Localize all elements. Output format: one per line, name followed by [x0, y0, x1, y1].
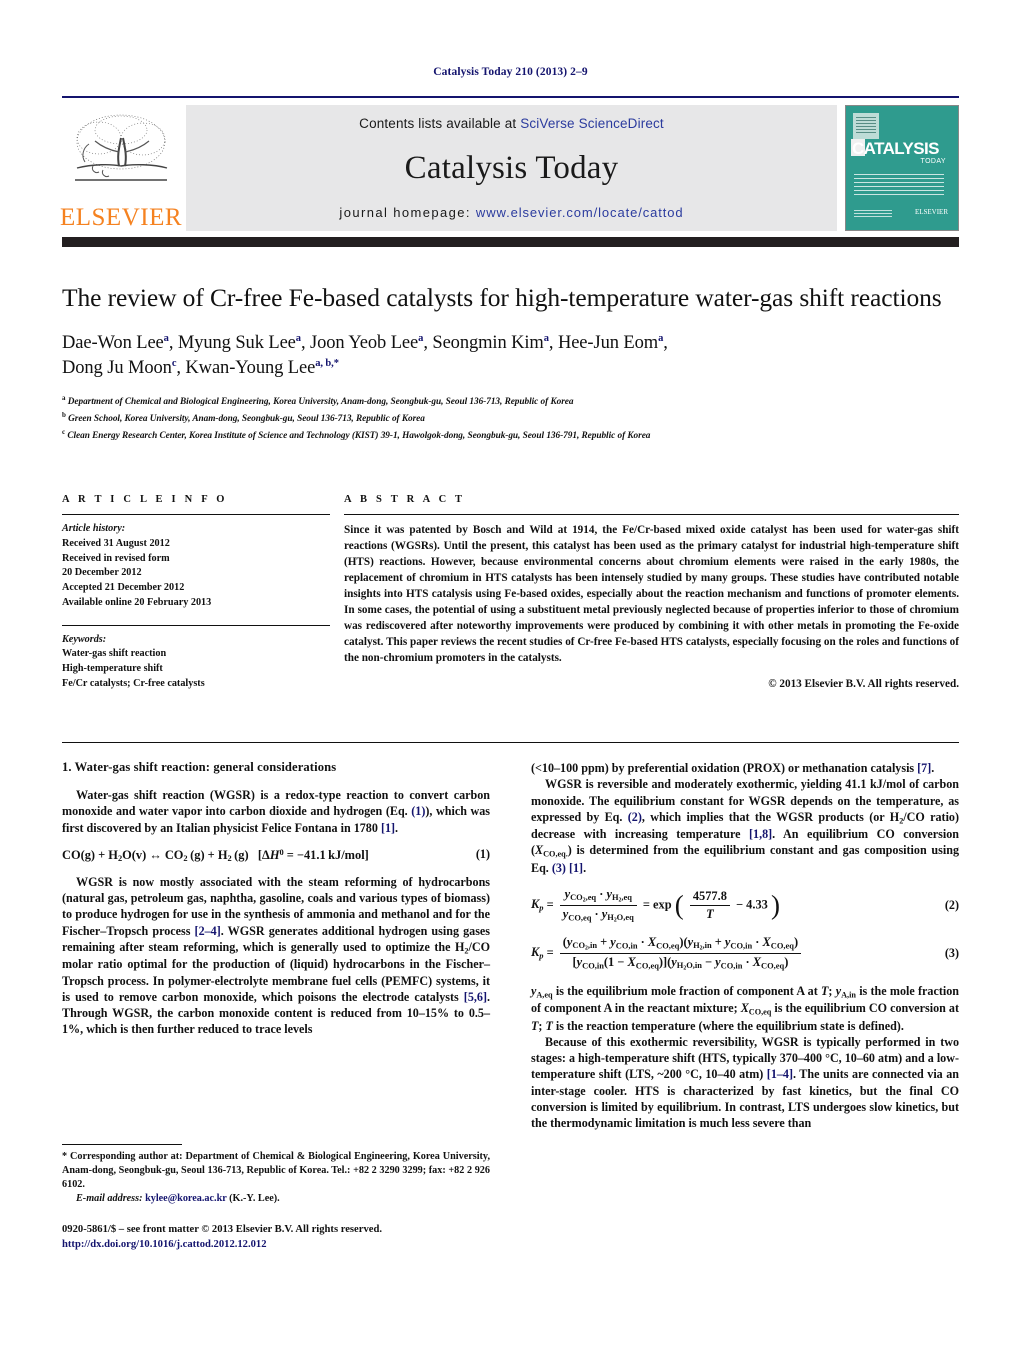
imprint-line: 0920-5861/$ – see front matter © 2013 El… — [62, 1224, 382, 1235]
cover-elsevier-mark: ELSEVIER — [914, 208, 948, 216]
journal-homepage-line: journal homepage: www.elsevier.com/locat… — [339, 205, 683, 220]
elsevier-tree-icon — [75, 114, 168, 181]
title-block: The review of Cr-free Fe-based catalysts… — [62, 282, 942, 444]
history-item: Available online 20 February 2013 — [62, 596, 212, 608]
corresponding-author-footnote: * Corresponding author at: Department of… — [62, 1144, 490, 1206]
imprint-block: 0920-5861/$ – see front matter © 2013 El… — [62, 1222, 502, 1253]
section-heading-1: 1. Water-gas shift reaction: general con… — [62, 760, 337, 774]
body-paragraph: WGSR is now mostly associated with the s… — [62, 874, 490, 1037]
equation-2-body: Kp = yCO2,eq · yH2,eq yCO,eq · yH2O,eq = … — [531, 887, 780, 924]
affiliation-item: c Clean Energy Research Center, Korea In… — [62, 428, 651, 442]
abstract-rule — [344, 514, 959, 515]
cover-text-lines — [854, 174, 944, 196]
history-item: 20 December 2012 — [62, 567, 142, 579]
footnote-corresponding: * Corresponding author at: Department of… — [62, 1151, 490, 1190]
author-list: Dae-Won Leea, Myung Suk Leea, Joon Yeob … — [62, 331, 942, 380]
keywords-label: Keywords: — [62, 633, 107, 645]
cover-subtitle: TODAY — [920, 158, 946, 165]
journal-cover-thumbnail[interactable]: CATALYSIS TODAY ELSEVIER — [845, 105, 959, 231]
footnote-rule — [62, 1144, 182, 1145]
body-paragraph: WGSR is reversible and moderately exothe… — [531, 777, 960, 875]
running-head: Catalysis Today 210 (2013) 2–9 — [433, 66, 588, 78]
doi-link[interactable]: http://dx.doi.org/10.1016/j.cattod.2012.… — [62, 1237, 502, 1252]
cover-text-lines-lower — [854, 210, 892, 218]
article-info-heading: A R T I C L E I N F O — [62, 494, 228, 505]
body-columns: 1. Water-gas shift reaction: general con… — [62, 760, 959, 1131]
cover-title: CATALYSIS — [852, 139, 939, 158]
journal-title: Catalysis Today — [404, 149, 619, 186]
author-line-2: Dong Ju Moonc, Kwan-Young Leea, b,* — [62, 357, 339, 378]
author-line-1: Dae-Won Leea, Myung Suk Leea, Joon Yeob … — [62, 333, 668, 354]
masthead-bottom-bar — [62, 237, 959, 247]
body-column-left: 1. Water-gas shift reaction: general con… — [62, 760, 490, 1131]
affiliation-item: a Department of Chemical and Biological … — [62, 393, 574, 407]
body-paragraph: yA,eq is the equilibrium mole fraction o… — [531, 983, 959, 1033]
history-item: Received 31 August 2012 — [62, 537, 170, 549]
body-paragraph: Because of this exothermic reversibility… — [531, 1034, 959, 1131]
elsevier-wordmark: ELSEVIER — [59, 204, 183, 231]
cover-corner-mark — [853, 113, 879, 139]
abstract-text: Since it was patented by Bosch and Wild … — [344, 524, 959, 665]
equation-3-body: Kp = (yCO2,in + yCO,in · XCO,eq)(yH2,in … — [531, 935, 804, 972]
affiliation-list: a Department of Chemical and Biological … — [62, 393, 942, 445]
sciencedirect-link[interactable]: SciVerse ScienceDirect — [520, 116, 664, 131]
article-history-group: Article history: Received 31 August 2012… — [62, 522, 330, 611]
abstract-heading: A B S T R A C T — [344, 494, 466, 505]
keyword-item: Water-gas shift reaction — [62, 648, 167, 660]
article-history-label: Article history: — [62, 523, 126, 534]
keyword-item: Fe/Cr catalysts; Cr-free catalysts — [62, 678, 205, 690]
equation-2-number: (2) — [944, 898, 959, 912]
page-title: The review of Cr-free Fe-based catalysts… — [62, 283, 942, 312]
keywords-group: Keywords: Water-gas shift reaction High-… — [62, 633, 330, 692]
equation-3-number: (3) — [944, 945, 959, 960]
abstract-copyright: © 2013 Elsevier B.V. All rights reserved… — [768, 678, 959, 691]
info-abstract-band: A R T I C L E I N F O Article history: R… — [62, 494, 959, 692]
keywords-rule — [62, 624, 330, 626]
email-suffix: (K.-Y. Lee). — [229, 1192, 280, 1204]
email-label: E-mail address: — [76, 1192, 143, 1204]
article-info-rule — [62, 514, 330, 515]
equation-1-body: CO(g) + H2O(v) ↔ CO2 (g) + H2 (g) [ΔH0 =… — [62, 846, 369, 863]
article-info-column: A R T I C L E I N F O Article history: R… — [62, 494, 330, 692]
contents-lists-line: Contents lists available at SciVerse Sci… — [359, 116, 664, 131]
history-item: Received in revised form — [62, 552, 170, 564]
equation-1: CO(g) + H2O(v) ↔ CO2 (g) + H2 (g) [ΔH0 =… — [62, 847, 490, 863]
body-paragraph: (<10–100 ppm) by preferential oxidation … — [531, 761, 935, 775]
email-link[interactable]: kylee@korea.ac.kr — [145, 1193, 227, 1204]
abstract-column: A B S T R A C T Since it was patented by… — [344, 494, 959, 692]
footnote-email-line: E-mail address: kylee@korea.ac.kr (K.-Y.… — [62, 1192, 490, 1206]
elsevier-logo: ELSEVIER — [59, 105, 183, 231]
journal-homepage-link[interactable]: www.elsevier.com/locate/cattod — [476, 205, 684, 220]
masthead-top-rule — [62, 96, 959, 98]
journal-masthead: ELSEVIER Contents lists available at Sci… — [59, 96, 959, 247]
band-bottom-rule — [62, 742, 959, 743]
equation-2: Kp = yCO2,eq · yH2,eq yCO,eq · yH2O,eq = … — [531, 887, 959, 924]
journal-article-page: Catalysis Today 210 (2013) 2–9 ELSEVIER … — [0, 0, 1021, 1351]
equation-1-number: (1) — [475, 847, 490, 862]
contents-prefix: Contents lists available at — [359, 116, 521, 131]
homepage-prefix: journal homepage: — [339, 205, 476, 220]
body-column-right: (<10–100 ppm) by preferential oxidation … — [531, 760, 959, 1131]
affiliation-item: b Green School, Korea University, Anam-d… — [62, 410, 425, 424]
equation-3: Kp = (yCO2,in + yCO,in · XCO,eq)(yH2,in … — [531, 935, 959, 972]
masthead-center-panel: Contents lists available at SciVerse Sci… — [186, 105, 837, 231]
body-paragraph: Water-gas shift reaction (WGSR) is a red… — [62, 788, 490, 835]
keyword-item: High-temperature shift — [62, 663, 163, 675]
history-item: Accepted 21 December 2012 — [62, 582, 185, 594]
